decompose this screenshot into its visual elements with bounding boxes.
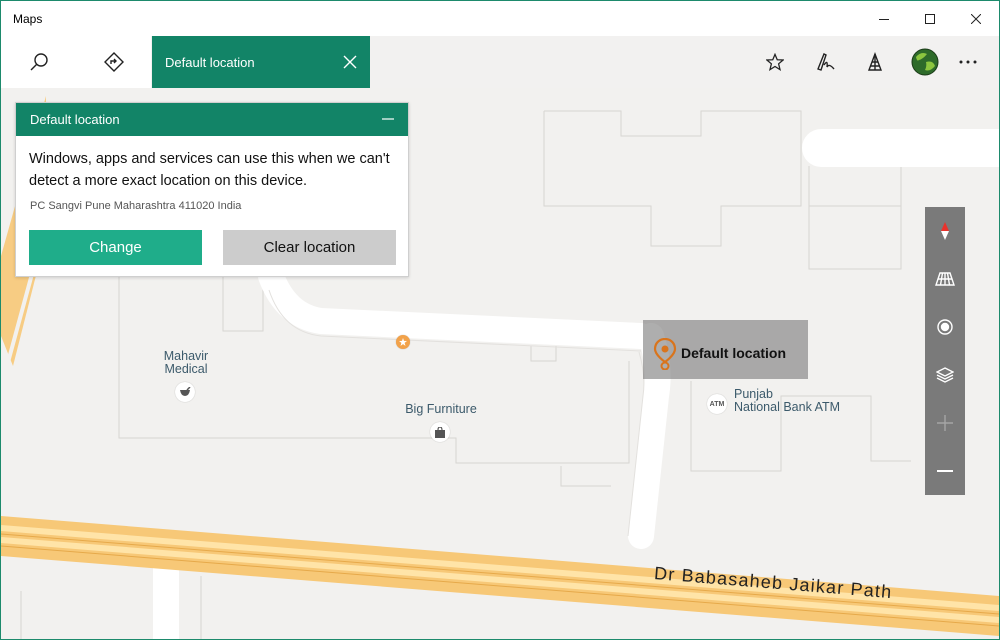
panel-title: Default location — [30, 112, 120, 127]
collapse-panel-button[interactable] — [378, 109, 398, 129]
default-location-pin[interactable]: Default location — [643, 320, 808, 379]
ink-pen-icon — [816, 53, 835, 71]
punjab-bank-label[interactable]: Punjab National Bank ATM — [734, 388, 854, 414]
maximize-button[interactable] — [907, 1, 953, 36]
default-location-panel: Default location Windows, apps and servi… — [15, 102, 409, 277]
star-icon — [765, 53, 784, 71]
close-icon — [971, 13, 981, 24]
search-button[interactable] — [1, 36, 76, 88]
toolbar: Default location — [1, 36, 999, 88]
compass-icon — [941, 222, 949, 240]
compass-button[interactable] — [925, 211, 965, 251]
tilt-button[interactable] — [925, 259, 965, 299]
maximize-icon — [925, 13, 935, 24]
minimize-icon — [879, 18, 889, 20]
close-tab-button[interactable] — [338, 50, 362, 74]
close-icon — [343, 55, 357, 69]
clear-location-button[interactable]: Clear location — [223, 230, 396, 265]
my-location-icon — [937, 319, 953, 335]
atm-icon[interactable]: ATM — [707, 394, 727, 414]
title-bar: Maps — [1, 1, 999, 36]
3d-cities-icon — [867, 52, 882, 71]
close-window-button[interactable] — [953, 1, 999, 36]
favorite-place-icon[interactable] — [396, 335, 410, 349]
minus-icon — [937, 470, 953, 472]
zoom-out-button[interactable] — [925, 451, 965, 491]
minimize-icon — [382, 118, 394, 120]
avatar — [911, 48, 938, 76]
mahavir-medical-label[interactable]: Mahavir Medical — [151, 350, 221, 376]
tilt-icon — [935, 272, 955, 286]
zoom-in-button[interactable] — [925, 403, 965, 443]
main-road — [1, 516, 999, 636]
window-controls — [861, 1, 999, 36]
panel-actions: Change Clear location — [29, 230, 396, 265]
more-icon — [959, 60, 977, 64]
show-my-location-button[interactable] — [925, 307, 965, 347]
map-views-button[interactable] — [925, 355, 965, 395]
plus-icon — [937, 415, 953, 431]
minimize-button[interactable] — [861, 1, 907, 36]
location-pin-icon — [653, 338, 677, 370]
current-address: PC Sangvi Pune Maharashtra 411020 India — [30, 200, 242, 212]
app-title: Maps — [13, 11, 43, 26]
pin-label: Default location — [681, 345, 787, 361]
pharmacy-icon[interactable] — [175, 382, 195, 402]
panel-description: Windows, apps and services can use this … — [29, 151, 390, 189]
search-icon — [30, 53, 48, 71]
shopping-icon[interactable] — [430, 422, 450, 442]
more-button[interactable] — [937, 36, 999, 88]
change-button[interactable]: Change — [29, 230, 202, 265]
map-controls — [925, 207, 965, 495]
big-furniture-label[interactable]: Big Furniture — [386, 403, 496, 416]
panel-header: Default location — [16, 103, 408, 136]
tab-label: Default location — [165, 54, 255, 70]
layers-icon — [936, 367, 954, 383]
directions-icon — [103, 52, 124, 72]
directions-button[interactable] — [76, 36, 151, 88]
default-location-tab[interactable]: Default location — [152, 36, 370, 88]
maps-window: Mahavir Medical Big Furniture ATM Punjab N… — [0, 0, 1000, 640]
